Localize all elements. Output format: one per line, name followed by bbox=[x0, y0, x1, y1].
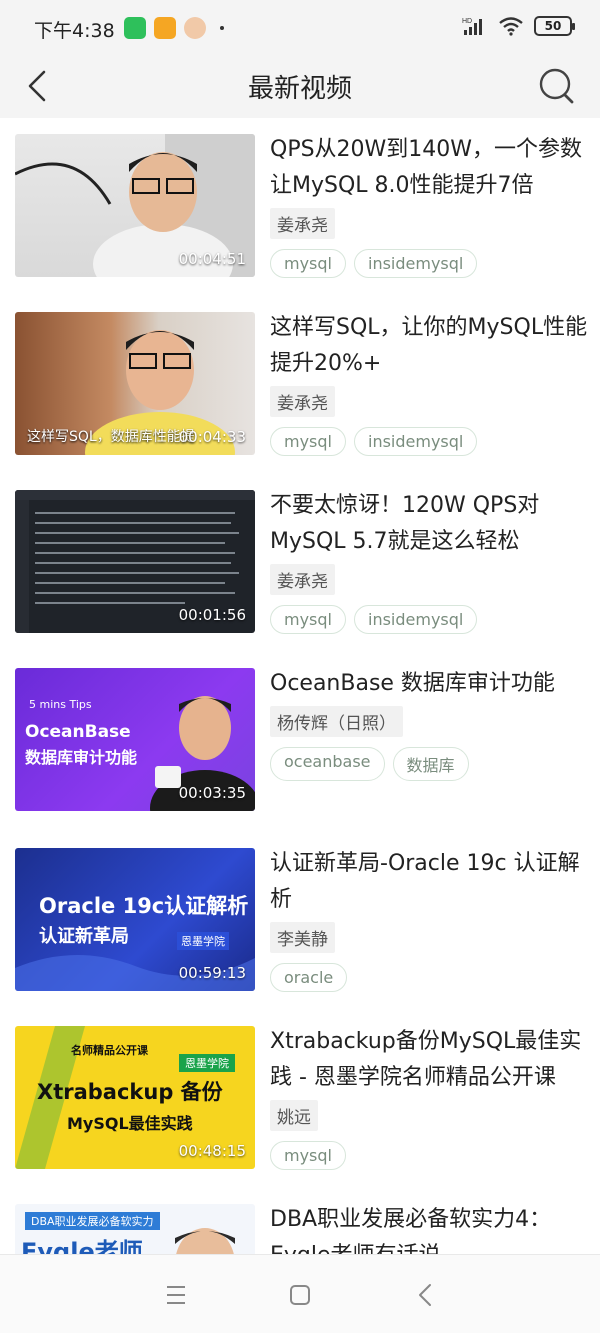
video-list-item[interactable]: Oracle 19c认证解析 认证新革局 恩墨学院 00:59:13 认证新革局… bbox=[0, 832, 600, 1010]
tag-chip[interactable]: mysql bbox=[270, 605, 346, 634]
tag-chip[interactable]: insidemysql bbox=[354, 427, 478, 456]
video-title[interactable]: OceanBase 数据库审计功能 bbox=[270, 666, 588, 702]
notification-icons bbox=[124, 17, 224, 39]
home-button[interactable] bbox=[280, 1279, 320, 1311]
thumb-badge: 名师精品公开课 bbox=[71, 1044, 148, 1057]
search-icon bbox=[539, 68, 574, 104]
video-list-item[interactable]: DBA职业发展必备软实力 Eygle老师 DBA职业发展必备软实力4：Eygle… bbox=[0, 1188, 600, 1254]
battery-icon: 50 bbox=[534, 16, 575, 36]
svg-text:HD: HD bbox=[462, 18, 472, 25]
video-author: 李美静 bbox=[270, 922, 335, 953]
video-thumbnail[interactable]: DBA职业发展必备软实力 Eygle老师 bbox=[15, 1204, 255, 1254]
video-author: 姜承尧 bbox=[270, 208, 335, 239]
status-time: 下午4:38 bbox=[34, 20, 115, 42]
video-thumbnail[interactable]: Oracle 19c认证解析 认证新革局 恩墨学院 00:59:13 bbox=[15, 848, 255, 991]
thumb-brand: OceanBase bbox=[25, 722, 131, 742]
video-author: 杨传辉（日照） bbox=[270, 706, 403, 737]
video-duration: 00:03:35 bbox=[178, 784, 246, 802]
video-thumbnail[interactable]: 5 mins Tips OceanBase 数据库审计功能 00:03:35 bbox=[15, 668, 255, 811]
video-duration: 00:04:33 bbox=[178, 428, 246, 446]
video-info: 不要太惊讶！120W QPS对MySQL 5.7就是这么轻松 姜承尧 mysql… bbox=[270, 488, 588, 634]
video-info: 认证新革局-Oracle 19c 认证解析 李美静 oracle bbox=[270, 846, 588, 992]
wifi-icon bbox=[499, 17, 523, 36]
system-back-button[interactable] bbox=[406, 1279, 446, 1311]
video-list-item[interactable]: 00:01:56 不要太惊讶！120W QPS对MySQL 5.7就是这么轻松 … bbox=[0, 474, 600, 652]
video-list-item[interactable]: 00:04:51 QPS从20W到140W，一个参数让MySQL 8.0性能提升… bbox=[0, 118, 600, 296]
video-duration: 00:59:13 bbox=[178, 964, 246, 982]
video-tags: mysql insidemysql bbox=[270, 427, 588, 456]
tag-chip[interactable]: mysql bbox=[270, 427, 346, 456]
tag-chip[interactable]: insidemysql bbox=[354, 605, 478, 634]
video-title[interactable]: Xtrabackup备份MySQL最佳实践 - 恩墨学院名师精品公开课 bbox=[270, 1024, 588, 1096]
video-tags: mysql insidemysql bbox=[270, 249, 588, 278]
menu-button[interactable] bbox=[156, 1279, 196, 1311]
app-avatar-icon bbox=[184, 17, 206, 39]
video-author: 姚远 bbox=[270, 1100, 318, 1131]
video-title[interactable]: 这样写SQL，让你的MySQL性能提升20%+ bbox=[270, 310, 588, 382]
video-title[interactable]: 认证新革局-Oracle 19c 认证解析 bbox=[270, 846, 588, 918]
video-thumbnail[interactable]: 00:01:56 bbox=[15, 490, 255, 633]
video-tags: mysql insidemysql bbox=[270, 605, 588, 634]
home-square-icon bbox=[290, 1285, 310, 1305]
video-info: 这样写SQL，让你的MySQL性能提升20%+ 姜承尧 mysql inside… bbox=[270, 310, 588, 456]
video-list-item[interactable]: 名师精品公开课 恩墨学院 Xtrabackup 备份 MySQL最佳实践 00:… bbox=[0, 1010, 600, 1188]
thumb-badge: 5 mins Tips bbox=[29, 698, 92, 711]
video-tags: mysql bbox=[270, 1141, 588, 1170]
video-info: OceanBase 数据库审计功能 杨传辉（日照） oceanbase 数据库 bbox=[270, 666, 588, 781]
thumb-headline: Eygle老师 bbox=[21, 1238, 143, 1254]
system-navigation-bar bbox=[0, 1254, 600, 1333]
video-duration: 00:04:51 bbox=[178, 250, 246, 268]
video-caption: 这样写SQL，数据库性能提 bbox=[27, 429, 195, 445]
video-duration: 00:01:56 bbox=[178, 606, 246, 624]
thumb-subtitle: 认证新革局 bbox=[39, 926, 129, 947]
video-thumbnail[interactable]: 名师精品公开课 恩墨学院 Xtrabackup 备份 MySQL最佳实践 00:… bbox=[15, 1026, 255, 1169]
video-author: 姜承尧 bbox=[270, 564, 335, 595]
thumb-subtitle: MySQL最佳实践 bbox=[67, 1114, 193, 1133]
video-tags: oceanbase 数据库 bbox=[270, 747, 588, 781]
video-info: DBA职业发展必备软实力4：Eygle老师有话说 bbox=[270, 1202, 588, 1254]
thumb-badge: DBA职业发展必备软实力 bbox=[25, 1212, 160, 1230]
thumb-brand: 恩墨学院 bbox=[177, 932, 229, 950]
thumb-brand: 恩墨学院 bbox=[179, 1054, 235, 1072]
video-tags: oracle bbox=[270, 963, 588, 992]
video-info: QPS从20W到140W，一个参数让MySQL 8.0性能提升7倍 姜承尧 my… bbox=[270, 132, 588, 278]
tag-chip[interactable]: mysql bbox=[270, 1141, 346, 1170]
top-app-bar: 最新视频 bbox=[0, 56, 600, 118]
tag-chip[interactable]: 数据库 bbox=[392, 747, 469, 781]
notes-app-icon bbox=[154, 17, 176, 39]
tag-chip[interactable]: insidemysql bbox=[354, 249, 478, 278]
thumb-headline: Oracle 19c认证解析 bbox=[39, 894, 249, 918]
video-author: 姜承尧 bbox=[270, 386, 335, 417]
back-chevron-icon bbox=[419, 1284, 431, 1306]
cellular-signal-icon: HD bbox=[462, 18, 482, 35]
video-title[interactable]: 不要太惊讶！120W QPS对MySQL 5.7就是这么轻松 bbox=[270, 488, 588, 560]
more-notifications-icon bbox=[220, 26, 224, 30]
tag-chip[interactable]: oracle bbox=[270, 963, 348, 992]
video-info: Xtrabackup备份MySQL最佳实践 - 恩墨学院名师精品公开课 姚远 m… bbox=[270, 1024, 588, 1170]
wechat-icon bbox=[124, 17, 146, 39]
status-bar: 下午4:38 HD 50 bbox=[0, 0, 600, 56]
thumb-headline: Xtrabackup 备份 bbox=[37, 1080, 223, 1104]
system-icons: HD 50 bbox=[462, 16, 575, 36]
video-list-item[interactable]: 这样写SQL，数据库性能提 00:04:33 这样写SQL，让你的MySQL性能… bbox=[0, 296, 600, 474]
video-duration: 00:48:15 bbox=[178, 1142, 246, 1160]
page-title: 最新视频 bbox=[247, 74, 352, 104]
video-title[interactable]: QPS从20W到140W，一个参数让MySQL 8.0性能提升7倍 bbox=[270, 132, 588, 204]
video-thumbnail[interactable]: 这样写SQL，数据库性能提 00:04:33 bbox=[15, 312, 255, 455]
tag-chip[interactable]: oceanbase bbox=[270, 747, 385, 781]
search-button[interactable] bbox=[536, 64, 578, 108]
video-title[interactable]: DBA职业发展必备软实力4：Eygle老师有话说 bbox=[270, 1202, 588, 1254]
tag-chip[interactable]: mysql bbox=[270, 249, 346, 278]
menu-icon bbox=[167, 1286, 185, 1304]
video-list-item[interactable]: 5 mins Tips OceanBase 数据库审计功能 00:03:35 O… bbox=[0, 652, 600, 830]
video-list: 00:04:51 QPS从20W到140W，一个参数让MySQL 8.0性能提升… bbox=[0, 118, 600, 1254]
thumb-headline: 数据库审计功能 bbox=[25, 748, 138, 767]
video-thumbnail[interactable]: 00:04:51 bbox=[15, 134, 255, 277]
